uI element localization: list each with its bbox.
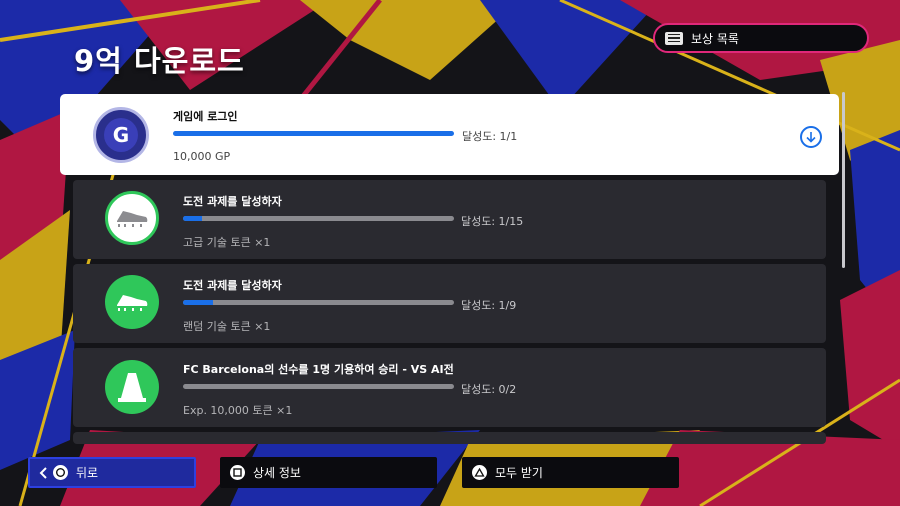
claim-all-button[interactable]: 모두 받기: [462, 457, 679, 488]
page-title: 9억 다운로드: [74, 44, 245, 78]
progress-bar: [183, 216, 454, 221]
reward-text: 고급 기술 토큰 ×1: [183, 236, 271, 249]
mission-name: 도전 과제를 달성하자: [183, 279, 282, 292]
progress-bar: [183, 384, 454, 389]
cone-icon: [105, 360, 159, 414]
boot-icon: [105, 191, 159, 245]
progress-text: 달성도: 1/9: [461, 299, 517, 312]
progress-text: 달성도: 0/2: [461, 383, 517, 396]
rewards-list-button[interactable]: 보상 목록: [653, 23, 869, 53]
mission-card-partial: [73, 432, 826, 444]
circle-button-icon: [53, 465, 68, 480]
back-label: 뒤로: [76, 466, 99, 480]
scrollbar[interactable]: [842, 92, 845, 268]
mission-name: 도전 과제를 달성하자: [183, 195, 282, 208]
details-button[interactable]: 상세 정보: [220, 457, 437, 488]
boot-icon: [105, 275, 159, 329]
rewards-list-label: 보상 목록: [691, 31, 739, 46]
details-label: 상세 정보: [253, 466, 301, 480]
reward-text: 10,000 GP: [173, 150, 231, 163]
claim-all-label: 모두 받기: [495, 466, 543, 480]
triangle-button-icon: [472, 465, 487, 480]
progress-text: 달성도: 1/1: [462, 130, 518, 143]
square-button-icon: [230, 465, 245, 480]
progress-bar: [183, 300, 454, 305]
mission-name: FC Barcelona의 선수를 1명 기용하여 승리 - VS AI전: [183, 363, 454, 376]
reward-text: Exp. 10,000 토큰 ×1: [183, 404, 293, 417]
mission-card[interactable]: FC Barcelona의 선수를 1명 기용하여 승리 - VS AI전 달성…: [73, 348, 826, 427]
reward-text: 랜덤 기술 토큰 ×1: [183, 320, 271, 333]
gp-letter: G: [113, 123, 129, 147]
mission-name: 게임에 로그인: [173, 110, 238, 123]
mission-card[interactable]: 도전 과제를 달성하자 달성도: 1/9 랜덤 기술 토큰 ×1: [73, 264, 826, 343]
gp-coin-icon: G: [93, 107, 149, 163]
chevron-left-icon: [39, 466, 47, 479]
download-icon[interactable]: [800, 126, 822, 148]
mission-card[interactable]: G 게임에 로그인 달성도: 1/1 10,000 GP: [60, 94, 839, 175]
list-icon: [665, 31, 683, 45]
progress-text: 달성도: 1/15: [461, 215, 524, 228]
mission-card[interactable]: 도전 과제를 달성하자 달성도: 1/15 고급 기술 토큰 ×1: [73, 180, 826, 259]
progress-bar: [173, 131, 454, 136]
back-button[interactable]: 뒤로: [28, 457, 196, 488]
